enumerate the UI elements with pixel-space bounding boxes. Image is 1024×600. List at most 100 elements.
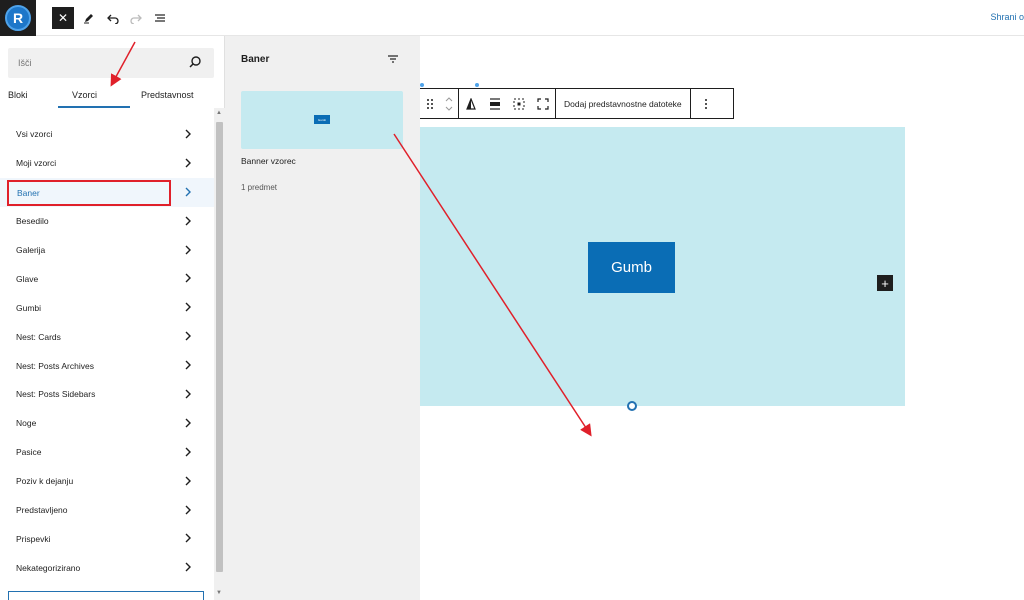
chevron-right-icon	[185, 389, 191, 399]
chevron-right-icon	[185, 447, 191, 457]
chevron-right-icon	[185, 129, 191, 139]
category-buttons[interactable]: Gumbi	[0, 293, 214, 322]
chevron-right-icon	[185, 476, 191, 486]
filter-icon[interactable]	[387, 53, 399, 65]
undo-button[interactable]	[102, 7, 124, 29]
chevron-right-icon	[185, 331, 191, 341]
category-banner[interactable]: Baner	[0, 177, 214, 207]
add-media-button[interactable]: Dodaj predstavnostne datoteke	[556, 89, 690, 118]
close-icon: ✕	[57, 11, 69, 25]
category-label: Nest: Cards	[16, 331, 61, 342]
fullscreen-icon	[537, 97, 549, 110]
tools-button[interactable]	[78, 7, 100, 29]
block-toolbar: Dodaj predstavnostne datoteke	[420, 88, 734, 119]
chevron-right-icon	[185, 418, 191, 428]
more-vertical-icon	[704, 98, 707, 109]
save-draft-link[interactable]: Shrani o	[990, 12, 1024, 22]
category-nest-posts-sidebars[interactable]: Nest: Posts Sidebars	[0, 380, 214, 409]
close-inserter-button[interactable]: ✕	[52, 7, 74, 29]
position-grid-icon	[513, 98, 525, 109]
category-call-to-action[interactable]: Poziv k dejanju	[0, 467, 214, 496]
category-label: Predstavljeno	[16, 505, 68, 516]
search-icon[interactable]	[188, 55, 202, 69]
tab-patterns[interactable]: Vzorci	[72, 90, 97, 100]
category-uncategorized[interactable]: Nekategorizirano	[0, 553, 214, 582]
pattern-category-title: Baner	[241, 54, 270, 65]
content-position-button[interactable]	[507, 89, 531, 118]
pattern-card-banner[interactable]: Gumb	[241, 91, 403, 149]
align-button[interactable]	[483, 89, 507, 118]
category-label: Pasice	[16, 447, 42, 458]
resize-handle[interactable]	[627, 401, 637, 411]
category-label: Baner	[17, 187, 40, 198]
more-options-button[interactable]	[691, 89, 721, 118]
scroll-up-icon[interactable]: ▲	[216, 110, 222, 116]
chevron-up-down-icon	[445, 96, 453, 111]
inserter-scrollbar[interactable]: ▲ ▼	[214, 108, 225, 600]
align-middle-icon	[490, 97, 500, 110]
move-up-down-button[interactable]	[440, 89, 458, 118]
category-label: Besedilo	[16, 216, 49, 227]
chevron-right-icon	[185, 533, 191, 543]
pattern-preview-button: Gumb	[314, 115, 330, 124]
redo-icon	[130, 14, 142, 24]
chevron-right-icon	[185, 158, 191, 168]
category-footers[interactable]: Noge	[0, 409, 214, 438]
inserter-tabs: Bloki Vzorci Predstavnost	[0, 84, 225, 108]
pattern-preview-panel: Baner Gumb Banner vzorec 1 predmet	[225, 36, 420, 600]
editor-topbar: R ✕ Shrani o	[0, 0, 1024, 36]
chevron-right-icon	[185, 302, 191, 312]
category-featured[interactable]: Predstavljeno	[0, 496, 214, 525]
chevron-right-icon	[185, 216, 191, 226]
create-pattern-field[interactable]	[8, 591, 204, 600]
site-logo[interactable]: R	[0, 0, 36, 36]
cover-block[interactable]: Gumb +	[420, 127, 905, 406]
chevron-right-icon	[185, 273, 191, 283]
overlay-button[interactable]	[459, 89, 483, 118]
category-text[interactable]: Besedilo	[0, 207, 214, 236]
chevron-right-icon	[185, 245, 191, 255]
category-label: Noge	[16, 418, 37, 429]
chevron-right-icon	[185, 360, 191, 370]
highlight-box: Baner	[7, 179, 171, 206]
category-label: Nekategorizirano	[16, 562, 81, 573]
list-view-icon	[155, 14, 165, 22]
tab-media[interactable]: Predstavnost	[141, 90, 194, 100]
category-my-patterns[interactable]: Moji vzorci	[0, 149, 214, 178]
drag-handle-icon	[427, 98, 433, 109]
category-label: Galerija	[16, 245, 46, 255]
logo-icon: R	[5, 5, 31, 31]
drag-handle[interactable]	[420, 89, 440, 118]
pattern-category-list: Vsi vzorci Moji vzorci Baner Besedilo Ga…	[0, 120, 214, 582]
category-label: Nest: Posts Sidebars	[16, 389, 96, 400]
category-gallery[interactable]: Galerija	[0, 236, 214, 265]
category-label: Gumbi	[16, 302, 42, 313]
category-posts[interactable]: Prispevki	[0, 524, 214, 553]
category-nest-cards[interactable]: Nest: Cards	[0, 322, 214, 351]
full-height-button[interactable]	[531, 89, 555, 118]
category-nest-posts-archives[interactable]: Nest: Posts Archives	[0, 351, 214, 380]
search-input[interactable]	[8, 48, 178, 78]
category-label: Vsi vzorci	[16, 129, 53, 140]
add-block-button[interactable]: +	[877, 275, 893, 291]
tab-blocks[interactable]: Bloki	[8, 90, 28, 100]
redo-button[interactable]	[125, 7, 147, 29]
category-label: Nest: Posts Archives	[16, 360, 94, 371]
contrast-icon	[466, 97, 476, 110]
category-label: Moji vzorci	[16, 158, 57, 169]
category-banners[interactable]: Pasice	[0, 438, 214, 467]
block-inserter-panel: Bloki Vzorci Predstavnost Vsi vzorci Moj…	[0, 36, 225, 600]
category-headers[interactable]: Glave	[0, 264, 214, 293]
button-block[interactable]: Gumb	[588, 242, 675, 293]
chevron-right-icon	[185, 187, 191, 197]
scroll-thumb[interactable]	[216, 122, 223, 572]
pattern-name: Banner vzorec	[241, 156, 296, 166]
category-label: Prispevki	[16, 533, 51, 544]
pattern-count: 1 predmet	[241, 183, 278, 192]
selection-handle	[475, 83, 479, 87]
list-view-button[interactable]	[149, 7, 171, 29]
category-label: Poziv k dejanju	[16, 476, 74, 487]
category-all-patterns[interactable]: Vsi vzorci	[0, 120, 214, 149]
inserter-search	[8, 48, 214, 78]
scroll-down-icon[interactable]: ▼	[216, 590, 222, 596]
